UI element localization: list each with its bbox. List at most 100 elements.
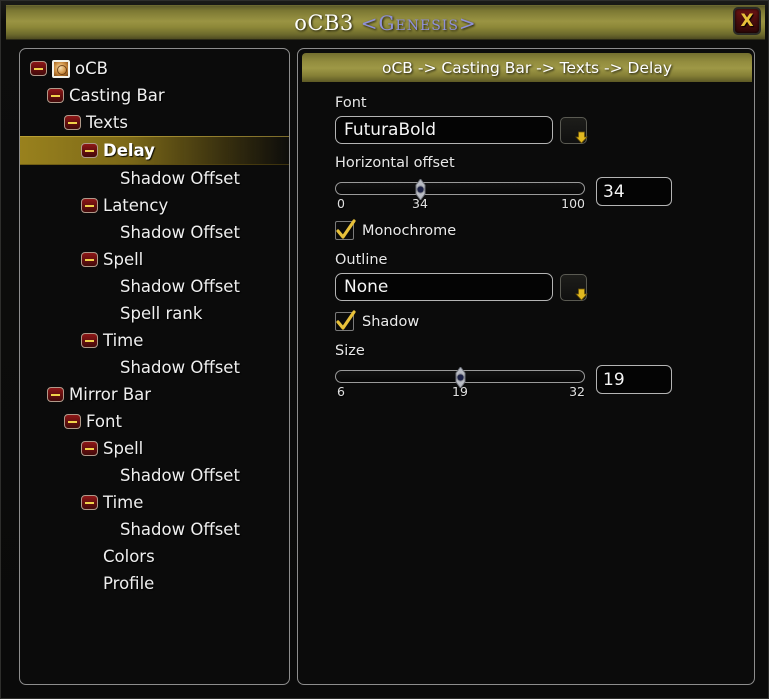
breadcrumb-header: oCB -> Casting Bar -> Texts -> Delay [302, 53, 752, 82]
collapse-toggle-icon[interactable] [81, 441, 98, 456]
tree-item-label: Delay [103, 141, 155, 160]
collapse-toggle-icon[interactable] [81, 252, 98, 267]
settings-content-panel: oCB -> Casting Bar -> Texts -> Delay Fon… [297, 48, 755, 685]
size-slider-row: 6 19 32 19 [335, 364, 732, 400]
addon-config-window: oCB3 <Genesis> X oCB Casting Bar Texts Delay… [0, 0, 769, 699]
collapse-toggle-icon[interactable] [47, 88, 64, 103]
outline-dropdown-value: None [344, 277, 389, 297]
tree-item-shadow-offset[interactable]: Shadow Offset [20, 354, 289, 381]
outline-dropdown-row: None [335, 273, 732, 301]
size-current: 19 [452, 384, 468, 399]
tree-item-texts[interactable]: Texts [20, 109, 289, 136]
font-dropdown-button[interactable] [560, 116, 588, 144]
collapse-toggle-icon[interactable] [47, 387, 64, 402]
tree-item-colors[interactable]: Colors [20, 543, 289, 570]
horizontal-offset-min: 0 [337, 196, 345, 211]
size-slider[interactable]: 6 19 32 [335, 364, 585, 400]
size-input[interactable]: 19 [596, 365, 672, 394]
tree-item-label: Spell [103, 439, 144, 458]
tree-item-label: Shadow Offset [120, 466, 240, 485]
tree-item-font[interactable]: Font [20, 408, 289, 435]
tree-item-mirror-bar[interactable]: Mirror Bar [20, 381, 289, 408]
tree-item-label: Shadow Offset [120, 277, 240, 296]
size-label: Size [335, 343, 365, 359]
tree-item-label: Mirror Bar [69, 385, 152, 404]
tree-item-time[interactable]: Time [20, 327, 289, 354]
window-title-main: oCB3 [294, 10, 354, 35]
horizontal-offset-label: Horizontal offset [335, 155, 455, 171]
tree-item-label: Spell rank [120, 304, 203, 323]
horizontal-offset-input-value: 34 [603, 181, 625, 202]
tree-item-shadow-offset[interactable]: Shadow Offset [20, 165, 289, 192]
monochrome-label: Monochrome [362, 222, 457, 239]
close-icon: X [740, 10, 754, 31]
shadow-label: Shadow [362, 313, 420, 330]
monochrome-checkbox[interactable] [335, 219, 356, 240]
navigation-tree-panel: oCB Casting Bar Texts Delay Shadow Offset Lat… [19, 48, 290, 685]
tree-item-label: Shadow Offset [120, 223, 240, 242]
tree-item-label: Spell [103, 250, 144, 269]
title-bar: oCB3 <Genesis> [6, 5, 765, 40]
tree-item-shadow-offset[interactable]: Shadow Offset [20, 219, 289, 246]
horizontal-offset-track[interactable] [335, 178, 585, 201]
horizontal-offset-slider-row: 0 34 100 34 [335, 176, 732, 212]
tree-item-profile[interactable]: Profile [20, 570, 289, 597]
outline-dropdown-button[interactable] [560, 273, 588, 301]
tree-item-label: oCB [75, 59, 108, 78]
tree-item-label: Profile [103, 574, 155, 593]
settings-form: Font FuturaBold Horizontal offset 0 34 1… [298, 85, 754, 684]
collapse-toggle-icon[interactable] [64, 414, 81, 429]
tree-item-ocb[interactable]: oCB [20, 55, 289, 82]
size-input-value: 19 [603, 369, 625, 390]
breadcrumb: oCB -> Casting Bar -> Texts -> Delay [382, 58, 672, 77]
font-label: Font [335, 95, 367, 111]
shadow-checkbox[interactable] [335, 310, 356, 331]
tree-item-shadow-offset[interactable]: Shadow Offset [20, 462, 289, 489]
collapse-toggle-icon[interactable] [81, 333, 98, 348]
addon-icon [52, 59, 70, 78]
horizontal-offset-current: 34 [412, 196, 428, 211]
collapse-toggle-icon[interactable] [64, 115, 81, 130]
size-min: 6 [337, 384, 345, 399]
collapse-toggle-icon[interactable] [81, 143, 98, 158]
tree-item-label: Font [86, 412, 122, 431]
shadow-checkbox-row[interactable]: Shadow [335, 310, 732, 331]
tree-item-label: Shadow Offset [120, 520, 240, 539]
monochrome-checkbox-row[interactable]: Monochrome [335, 219, 732, 240]
horizontal-offset-input[interactable]: 34 [596, 177, 672, 206]
tree-item-time[interactable]: Time [20, 489, 289, 516]
tree-item-spell[interactable]: Spell [20, 246, 289, 273]
collapse-toggle-icon[interactable] [30, 61, 47, 76]
collapse-toggle-icon[interactable] [81, 198, 98, 213]
size-max: 32 [569, 384, 585, 399]
horizontal-offset-ticks: 0 34 100 [335, 196, 585, 212]
tree-item-label: Casting Bar [69, 86, 165, 105]
navigation-tree: oCB Casting Bar Texts Delay Shadow Offset Lat… [20, 49, 289, 597]
tree-item-shadow-offset[interactable]: Shadow Offset [20, 273, 289, 300]
size-block: Size 6 19 32 19 [335, 343, 732, 400]
size-track[interactable] [335, 366, 585, 389]
horizontal-offset-max: 100 [561, 196, 585, 211]
tree-item-label: Latency [103, 196, 169, 215]
tree-item-latency[interactable]: Latency [20, 192, 289, 219]
collapse-toggle-icon[interactable] [81, 495, 98, 510]
close-button[interactable]: X [733, 7, 761, 35]
font-dropdown-row: FuturaBold [335, 116, 732, 144]
tree-item-spell-rank[interactable]: Spell rank [20, 300, 289, 327]
size-ticks: 6 19 32 [335, 384, 585, 400]
tree-item-shadow-offset[interactable]: Shadow Offset [20, 516, 289, 543]
outline-dropdown[interactable]: None [335, 273, 553, 301]
tree-item-label: Time [103, 331, 144, 350]
window-title: oCB3 <Genesis> [294, 11, 476, 35]
tree-item-delay[interactable]: Delay [20, 136, 289, 165]
tree-item-label: Texts [86, 113, 128, 132]
tree-item-spell[interactable]: Spell [20, 435, 289, 462]
horizontal-offset-block: Horizontal offset 0 34 100 34 [335, 155, 732, 212]
outline-label: Outline [335, 252, 388, 268]
window-title-guild: <Genesis> [360, 10, 477, 35]
font-dropdown-value: FuturaBold [344, 120, 437, 140]
tree-item-casting-bar[interactable]: Casting Bar [20, 82, 289, 109]
tree-item-label: Time [103, 493, 144, 512]
font-dropdown[interactable]: FuturaBold [335, 116, 553, 144]
horizontal-offset-slider[interactable]: 0 34 100 [335, 176, 585, 212]
